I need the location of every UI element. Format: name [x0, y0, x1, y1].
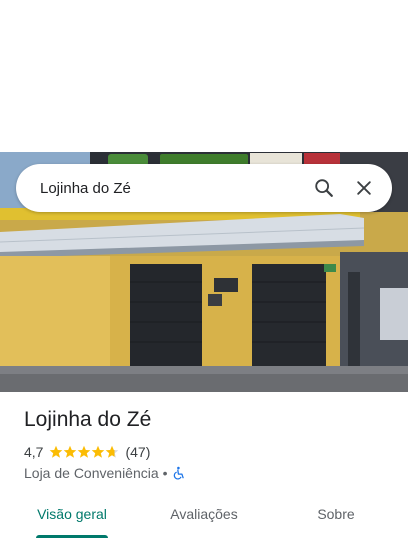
tab-overview-label: Visão geral [37, 506, 107, 522]
rating-stars [49, 445, 119, 459]
close-button[interactable] [344, 168, 384, 208]
star-icon [78, 445, 91, 458]
tab-reviews[interactable]: Avaliações [144, 494, 264, 534]
search-icon [315, 179, 333, 197]
search-bar[interactable]: Lojinha do Zé [16, 164, 392, 212]
star-icon [64, 445, 77, 458]
separator-dot: • [162, 465, 168, 481]
search-input[interactable]: Lojinha do Zé [40, 180, 304, 197]
wheelchair-icon [173, 466, 184, 480]
rating-value: 4,7 [24, 444, 44, 460]
active-tab-indicator [36, 535, 108, 538]
star-partial-icon [106, 445, 119, 458]
rating-row[interactable]: 4,7 (47) [24, 443, 150, 461]
place-title: Lojinha do Zé [24, 408, 152, 431]
close-icon [357, 181, 371, 195]
search-button[interactable] [304, 168, 344, 208]
star-icon [50, 445, 63, 458]
review-count: (47) [125, 444, 151, 460]
tab-reviews-label: Avaliações [170, 506, 238, 522]
star-icon [92, 445, 105, 458]
tab-about-label: Sobre [317, 506, 355, 522]
category-row: Loja de Conveniência • [24, 464, 186, 482]
tab-about[interactable]: Sobre [264, 494, 408, 534]
star-rating-icon [50, 445, 119, 458]
tab-overview[interactable]: Visão geral [0, 494, 144, 538]
place-category: Loja de Conveniência [24, 465, 159, 481]
place-page: Lojinha do Zé Lojinha do Zé 4,7 (47) Loj… [0, 0, 408, 544]
place-tabs: Visão geral Avaliações Sobre [0, 494, 408, 538]
